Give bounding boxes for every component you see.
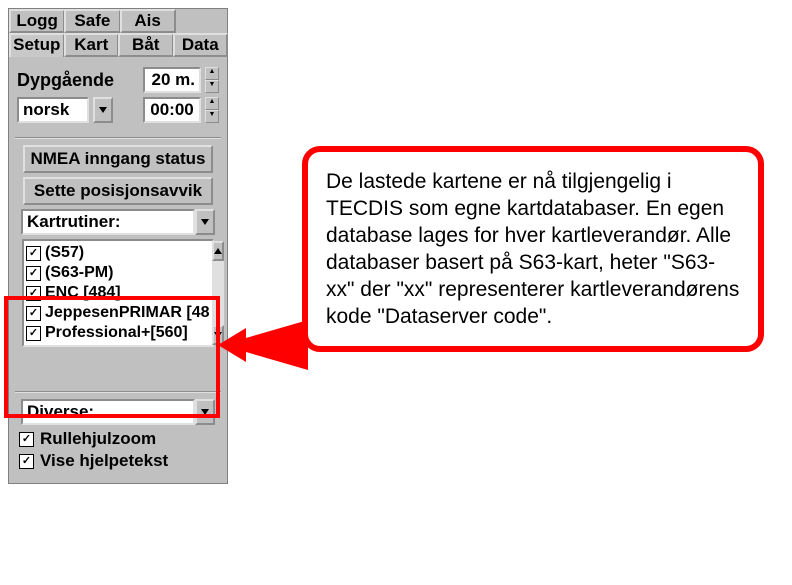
chart-item-label: Professional+[560] [45,323,188,343]
chart-item-label: ENC [484] [45,283,121,303]
help-text-label: Vise hjelpetekst [40,451,168,471]
tab-ais[interactable]: Ais [120,9,176,33]
dropdown-arrow-icon[interactable] [195,399,215,425]
tab-setup[interactable]: Setup [9,33,65,57]
time-spinner[interactable]: ▲ ▼ [205,97,219,123]
tab-safe[interactable]: Safe [64,9,120,33]
chart-routines-label: Kartrutiner: [21,209,195,235]
chart-routines-dropdown[interactable]: Kartrutiner: [21,209,215,235]
diverse-dropdown[interactable]: Diverse: [21,399,215,425]
spin-down-icon[interactable]: ▼ [205,110,219,123]
chart-list-item[interactable]: ✓ Professional+[560] [26,323,210,343]
tab-data[interactable]: Data [173,33,229,57]
help-text-checkbox[interactable]: ✓ [19,454,34,469]
wheel-zoom-label: Rullehjulzoom [40,429,156,449]
chart-item-label: JeppesenPRIMAR [48 [45,303,210,323]
scroll-down-icon[interactable] [212,325,224,345]
chart-item-checkbox[interactable]: ✓ [26,326,41,341]
set-position-offset-button[interactable]: Sette posisjonsavvik [23,177,213,205]
diverse-label: Diverse: [21,399,195,425]
callout-arrow-icon [218,320,308,370]
chart-item-checkbox[interactable]: ✓ [26,286,41,301]
callout-box: De lastede kartene er nå tilgjengelig i … [302,146,764,352]
chart-database-list: ✓ (S57) ✓ (S63-PM) ✓ ENC [484] ✓ JeppesenPRIMAR… [22,239,214,347]
depth-label: Dypgående [17,70,114,91]
list-scrollbar[interactable] [212,241,224,345]
chart-item-checkbox[interactable]: ✓ [26,266,41,281]
chart-item-label: (S57) [45,243,84,263]
language-dropdown-arrow[interactable] [93,97,113,123]
tab-row-2: Setup Kart Båt Data [9,33,227,57]
chart-list-item[interactable]: ✓ (S57) [26,243,210,263]
tab-row-1: Logg Safe Ais [9,9,227,33]
chart-list-item[interactable]: ✓ ENC [484] [26,283,210,303]
language-field[interactable]: norsk [17,97,89,123]
time-field[interactable]: 00:00 [143,97,201,123]
spin-down-icon[interactable]: ▼ [205,80,219,93]
spin-up-icon[interactable]: ▲ [205,97,219,110]
spin-up-icon[interactable]: ▲ [205,67,219,80]
settings-panel: Logg Safe Ais Setup Kart Båt Data Dypgåe… [8,8,228,484]
wheel-zoom-checkbox[interactable]: ✓ [19,432,34,447]
dropdown-arrow-icon[interactable] [195,209,215,235]
chart-item-checkbox[interactable]: ✓ [26,306,41,321]
depth-spinner[interactable]: ▲ ▼ [205,67,219,93]
callout-text: De lastede kartene er nå tilgjengelig i … [326,170,739,328]
chart-item-label: (S63-PM) [45,263,113,283]
chart-item-checkbox[interactable]: ✓ [26,246,41,261]
tab-logg[interactable]: Logg [9,9,65,33]
chart-list-item[interactable]: ✓ JeppesenPRIMAR [48 [26,303,210,323]
tab-bat[interactable]: Båt [118,33,174,57]
scroll-up-icon[interactable] [212,241,224,261]
tab-kart[interactable]: Kart [64,33,120,57]
nmea-status-button[interactable]: NMEA inngang status [23,145,213,173]
scroll-track[interactable] [212,261,224,325]
depth-field[interactable]: 20 m. [143,67,201,93]
chart-list-item[interactable]: ✓ (S63-PM) [26,263,210,283]
